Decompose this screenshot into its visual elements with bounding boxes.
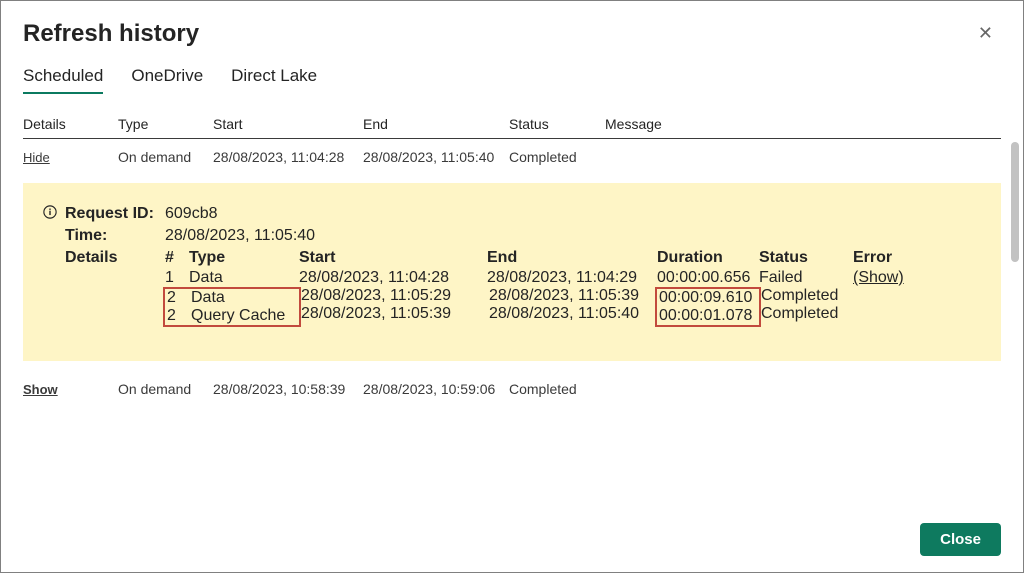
col-header-status: Status [509, 116, 605, 132]
inner-col-dur: Duration [657, 249, 759, 267]
error-show-link[interactable]: (Show) [853, 269, 904, 286]
inner-dur: 00:00:09.610 [659, 289, 757, 307]
inner-col-num: # [165, 249, 189, 267]
inner-dur: 00:00:00.656 [657, 269, 759, 287]
inner-start: 28/08/2023, 11:05:29 [301, 287, 489, 305]
col-header-type: Type [118, 116, 213, 132]
table-row: Hide On demand 28/08/2023, 11:04:28 28/0… [23, 139, 1001, 171]
inner-stat: Failed [759, 269, 853, 287]
tab-direct-lake[interactable]: Direct Lake [231, 66, 317, 94]
panel-value-request-id: 609cb8 [165, 205, 981, 223]
inner-dur: 00:00:01.078 [659, 307, 757, 325]
panel-label-time: Time: [65, 227, 165, 245]
close-button[interactable]: Close [920, 523, 1001, 556]
tab-scheduled[interactable]: Scheduled [23, 66, 103, 94]
inner-start: 28/08/2023, 11:04:28 [299, 269, 487, 287]
highlight-box-type: 2 Data 2 Query Cache [163, 287, 301, 327]
show-link[interactable]: Show [23, 382, 58, 397]
inner-num: 1 [165, 269, 189, 287]
inner-end: 28/08/2023, 11:05:39 [489, 287, 659, 305]
inner-end: 28/08/2023, 11:04:29 [487, 269, 657, 287]
row-status: Completed [509, 149, 605, 165]
inner-col-type: Type [189, 249, 299, 267]
col-header-details: Details [23, 116, 118, 132]
inner-num: 2 [167, 289, 191, 307]
panel-value-time: 28/08/2023, 11:05:40 [165, 227, 981, 245]
row-start: 28/08/2023, 11:04:28 [213, 149, 363, 165]
inner-num: 2 [167, 307, 191, 325]
inner-stat: Completed [761, 287, 855, 305]
inner-col-start: Start [299, 249, 487, 267]
inner-type: Query Cache [191, 307, 297, 325]
dialog-footer: Close [1, 507, 1023, 572]
inner-end: 28/08/2023, 11:05:40 [489, 305, 659, 323]
details-panel: Request ID: 609cb8 Time: 28/08/2023, 11:… [23, 183, 1001, 361]
row-end: 28/08/2023, 10:59:06 [363, 381, 509, 397]
inner-type: Data [189, 269, 299, 287]
row-end: 28/08/2023, 11:05:40 [363, 149, 509, 165]
close-icon[interactable]: ✕ [970, 19, 1001, 48]
info-icon [43, 205, 61, 219]
scrollbar-thumb[interactable] [1011, 142, 1019, 262]
inner-type: Data [191, 289, 297, 307]
inner-col-end: End [487, 249, 657, 267]
dialog-title: Refresh history [23, 20, 970, 48]
row-start: 28/08/2023, 10:58:39 [213, 381, 363, 397]
table-header: Details Type Start End Status Message [23, 116, 1001, 139]
table-area: Details Type Start End Status Message Hi… [1, 94, 1023, 507]
inner-table-header: # Type Start End Duration Status Error [165, 249, 981, 267]
inner-stat: Completed [761, 305, 855, 323]
row-status: Completed [509, 381, 605, 397]
refresh-history-dialog: Refresh history ✕ Scheduled OneDrive Dir… [0, 0, 1024, 573]
panel-label-details: Details [65, 249, 165, 267]
row-type: On demand [118, 381, 213, 397]
inner-col-stat: Status [759, 249, 853, 267]
inner-start: 28/08/2023, 11:05:39 [301, 305, 489, 323]
table-row: Show On demand 28/08/2023, 10:58:39 28/0… [23, 371, 1001, 403]
panel-label-request-id: Request ID: [65, 205, 165, 223]
dialog-header: Refresh history ✕ [1, 1, 1023, 58]
highlight-box-duration: 00:00:09.610 00:00:01.078 [655, 287, 761, 327]
inner-row: 1 Data 28/08/2023, 11:04:28 28/08/2023, … [165, 269, 981, 287]
hide-link[interactable]: Hide [23, 150, 50, 165]
inner-col-err: Error [853, 249, 913, 267]
col-header-start: Start [213, 116, 363, 132]
panel-details-body: # Type Start End Duration Status Error 1… [165, 249, 981, 327]
tab-onedrive[interactable]: OneDrive [131, 66, 203, 94]
col-header-message: Message [605, 116, 1001, 132]
col-header-end: End [363, 116, 509, 132]
tab-strip: Scheduled OneDrive Direct Lake [1, 58, 1023, 94]
row-type: On demand [118, 149, 213, 165]
